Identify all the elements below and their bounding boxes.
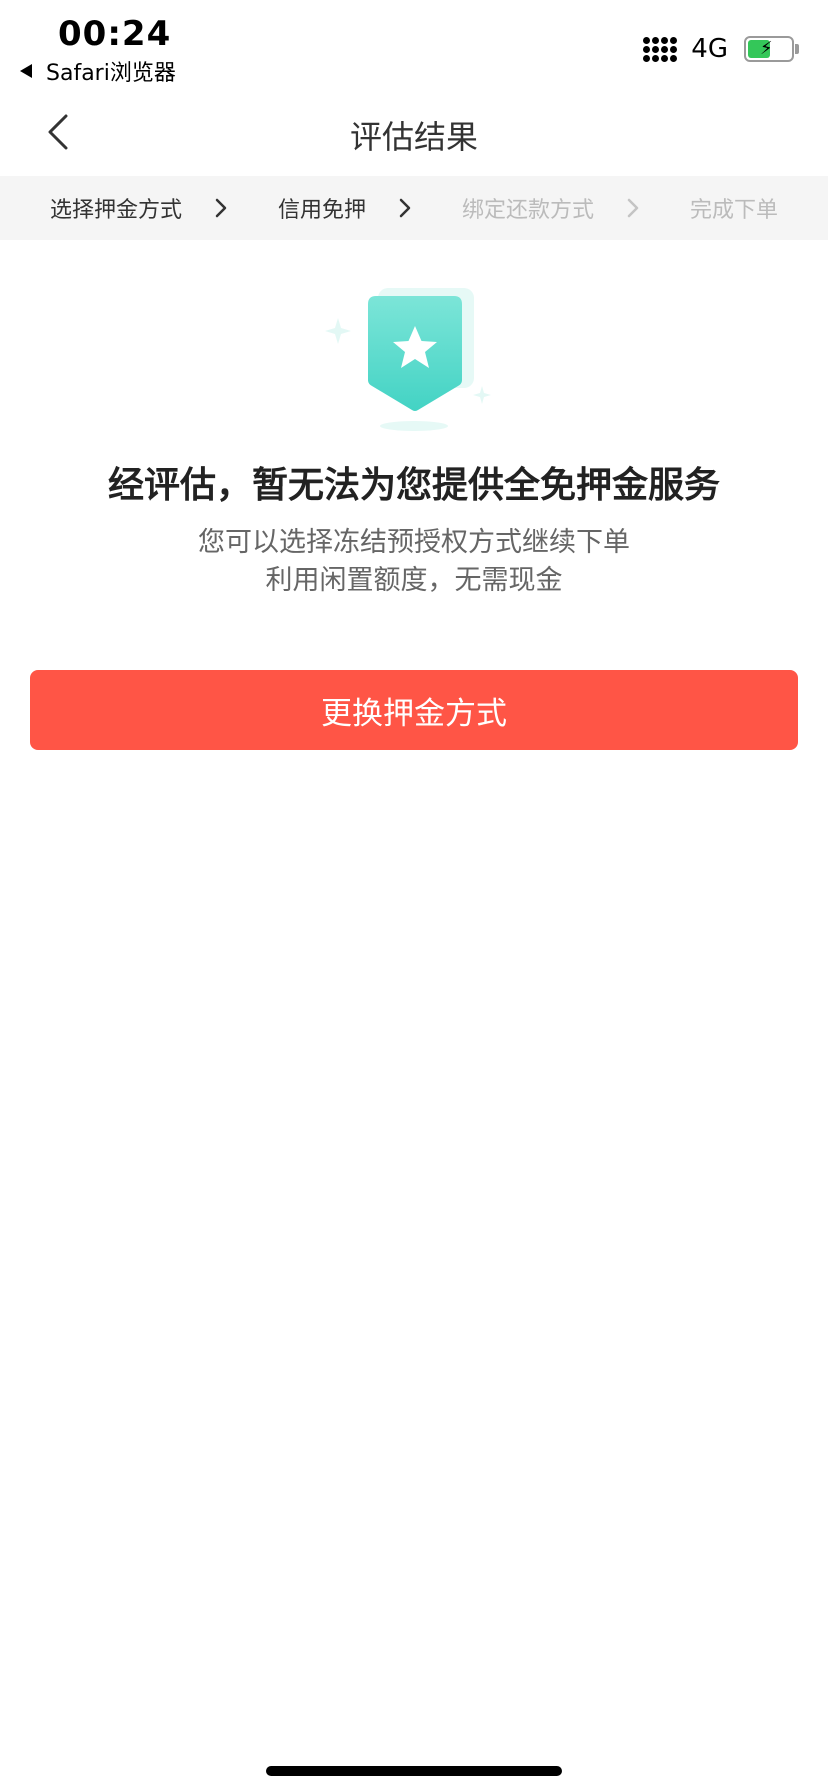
- status-bar: 00:24 Safari浏览器 4G ⚡: [0, 0, 828, 88]
- nav-bar: 评估结果: [0, 88, 828, 176]
- result-line-1: 您可以选择冻结预授权方式继续下单: [198, 527, 630, 558]
- status-indicators: 4G ⚡: [643, 34, 799, 64]
- result-line-2: 利用闲置额度，无需现金: [265, 565, 563, 596]
- page: 00:24 Safari浏览器 4G ⚡ 评估结果 选择押金方式 信用免押 绑定…: [0, 0, 828, 1792]
- result-heading: 经评估，暂无法为您提供全免押金服务: [107, 465, 720, 506]
- back-to-app-link[interactable]: Safari浏览器: [20, 55, 176, 87]
- back-triangle-icon: [20, 64, 32, 78]
- page-title: 评估结果: [349, 118, 478, 156]
- shield-star-icon: [325, 288, 491, 431]
- chevron-right-icon: [215, 198, 227, 218]
- step-complete-order: 完成下单: [690, 176, 778, 240]
- step-credit-free: 信用免押: [278, 176, 366, 240]
- status-time: 00:24: [58, 14, 172, 54]
- step-bind-repayment: 绑定还款方式: [462, 176, 594, 240]
- change-deposit-button[interactable]: 更换押金方式: [30, 670, 798, 750]
- chevron-right-icon: [627, 198, 639, 218]
- step-label: 完成下单: [690, 198, 779, 223]
- network-type: 4G: [691, 34, 728, 64]
- charging-bolt-icon: ⚡: [760, 38, 773, 59]
- step-choose-deposit: 选择押金方式: [50, 176, 182, 240]
- step-label: 信用免押: [278, 198, 367, 223]
- battery-icon: ⚡: [744, 36, 799, 62]
- back-app-label: Safari浏览器: [46, 61, 176, 86]
- step-label: 绑定还款方式: [462, 198, 595, 223]
- step-label: 选择押金方式: [50, 198, 183, 223]
- signal-strength-icon: [643, 36, 678, 62]
- chevron-right-icon: [399, 198, 411, 218]
- home-indicator[interactable]: [266, 1766, 562, 1776]
- progress-steps: 选择押金方式 信用免押 绑定还款方式 完成下单: [0, 176, 828, 240]
